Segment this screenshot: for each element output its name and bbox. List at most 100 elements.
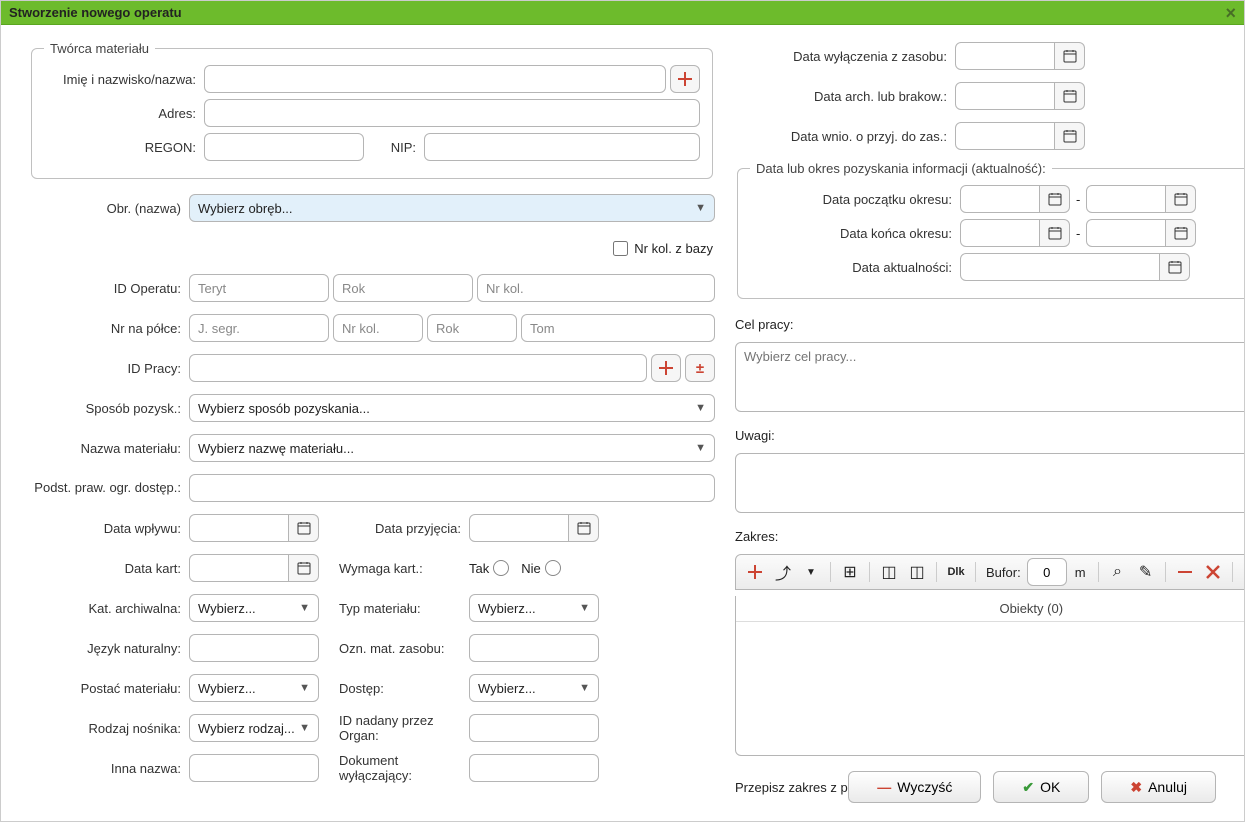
podstpraw-input[interactable] — [189, 474, 715, 502]
nrkolzbazy-checkbox[interactable] — [613, 241, 628, 256]
label-idnadany: ID nadany przez Organ: — [319, 713, 469, 743]
label-datakonca: Data końca okresu: — [750, 226, 960, 241]
label-nazwamat: Nazwa materiału: — [29, 441, 189, 456]
datakonca1-input[interactable] — [960, 219, 1040, 247]
idnadany-input[interactable] — [469, 714, 599, 742]
clear-button[interactable]: — Wyczyść — [848, 771, 981, 803]
x-icon[interactable] — [1200, 559, 1226, 585]
calendar-icon[interactable] — [1166, 185, 1196, 213]
katarch-select[interactable]: Wybierz... ▼ — [189, 594, 319, 622]
typmat-select[interactable]: Wybierz... ▼ — [469, 594, 599, 622]
calendar-icon[interactable] — [1040, 185, 1070, 213]
datawnio-input[interactable] — [955, 122, 1055, 150]
parcel-icon[interactable]: Dlk — [943, 559, 969, 585]
dataprzyjecia-input[interactable] — [469, 514, 569, 542]
calendar-icon[interactable] — [1055, 82, 1085, 110]
idoperatu-teryt-input[interactable] — [189, 274, 329, 302]
idpracy-input[interactable] — [189, 354, 647, 382]
dostep-select[interactable]: Wybierz... ▼ — [469, 674, 599, 702]
nrnapolce-jsegr-input[interactable] — [189, 314, 329, 342]
datawyl-input[interactable] — [955, 42, 1055, 70]
label-jezyk: Język naturalny: — [29, 641, 189, 656]
dokwyl-input[interactable] — [469, 754, 599, 782]
calendar-icon[interactable] — [289, 514, 319, 542]
calendar-icon[interactable] — [1166, 219, 1196, 247]
zakres-panel[interactable]: Obiekty (0) — [735, 596, 1245, 756]
zakres-toolbar: ⤴ ▼ ⊞ ◫ ◫ Dlk Bufor: m ⌕ ✎ ⎘ — [735, 554, 1245, 590]
dash-separator: - — [1076, 192, 1080, 207]
postacmat-value: Wybierz... — [198, 681, 256, 696]
legend-tworca: Twórca materiału — [44, 41, 155, 56]
innanazwa-input[interactable] — [189, 754, 319, 782]
idoperatu-nrkol-input[interactable] — [477, 274, 715, 302]
minus-icon[interactable] — [1172, 559, 1198, 585]
label-dataprzyjecia: Data przyjęcia: — [319, 521, 469, 536]
calendar-icon[interactable] — [1055, 122, 1085, 150]
dropdown-icon[interactable]: ▼ — [798, 559, 824, 585]
nazwamat-value: Wybierz nazwę materiału... — [198, 441, 354, 456]
oznmat-input[interactable] — [469, 634, 599, 662]
datapoczatku2-input[interactable] — [1086, 185, 1166, 213]
label-celpracy: Cel pracy: — [735, 317, 1245, 332]
zakres-header: Obiekty (0) — [736, 596, 1245, 622]
plusminus-idpracy-button[interactable]: ± — [685, 354, 715, 382]
copy-icon[interactable]: ⎘ — [1239, 559, 1245, 585]
label-nrnapolce: Nr na półce: — [29, 321, 189, 336]
bufor-input[interactable] — [1027, 558, 1067, 586]
radio-tak[interactable] — [493, 560, 509, 576]
nazwamat-select[interactable]: Wybierz nazwę materiału... ▼ — [189, 434, 715, 462]
label-typmat: Typ materiału: — [319, 601, 469, 616]
datawplywu-input[interactable] — [189, 514, 289, 542]
adres-input[interactable] — [204, 99, 700, 127]
label-nrkolzbazy: Nr kol. z bazy — [634, 241, 713, 256]
rodzajnosn-select[interactable]: Wybierz rodzaj... ▼ — [189, 714, 319, 742]
regon-input[interactable] — [204, 133, 364, 161]
label-datawnio: Data wnio. o przyj. do zas.: — [735, 129, 955, 144]
edit-icon[interactable]: ✎ — [1133, 559, 1159, 585]
label-dataarch: Data arch. lub brakow.: — [735, 89, 955, 104]
jezyk-input[interactable] — [189, 634, 319, 662]
select-rect-icon[interactable]: ◫ — [876, 559, 902, 585]
zoom-icon[interactable]: ⌕ — [1105, 559, 1131, 585]
add-idpracy-button[interactable] — [651, 354, 681, 382]
calendar-icon[interactable] — [569, 514, 599, 542]
nrnapolce-rok-input[interactable] — [427, 314, 517, 342]
label-oznmat: Ozn. mat. zasobu: — [319, 641, 469, 656]
label-wymagakart: Wymaga kart.: — [319, 561, 469, 576]
dataakt-input[interactable] — [960, 253, 1160, 281]
uwagi-textarea[interactable] — [735, 453, 1245, 513]
radio-nie[interactable] — [545, 560, 561, 576]
pointer-icon[interactable]: ⤴ — [770, 559, 796, 585]
datapoczatku1-input[interactable] — [960, 185, 1040, 213]
fieldset-dataokres: Data lub okres pozyskania informacji (ak… — [737, 161, 1245, 299]
katarch-value: Wybierz... — [198, 601, 256, 616]
cancel-button[interactable]: ✖ Anuluj — [1101, 771, 1216, 803]
celpracy-textarea[interactable] — [735, 342, 1245, 412]
nrnapolce-nrkol-input[interactable] — [333, 314, 423, 342]
imie-input[interactable] — [204, 65, 666, 93]
add-name-button[interactable] — [670, 65, 700, 93]
label-dokwyl: Dokument wyłączający: — [319, 753, 469, 783]
label-katarch: Kat. archiwalna: — [29, 601, 189, 616]
calendar-icon[interactable] — [1160, 253, 1190, 281]
select-rect2-icon[interactable]: ◫ — [904, 559, 930, 585]
label-datawyl: Data wyłączenia z zasobu: — [735, 49, 955, 64]
close-icon[interactable]: × — [1225, 4, 1236, 22]
idoperatu-rok-input[interactable] — [333, 274, 473, 302]
obr-select[interactable]: Wybierz obręb... ▼ — [189, 194, 715, 222]
nrnapolce-tom-input[interactable] — [521, 314, 715, 342]
table-icon[interactable]: ⊞ — [837, 559, 863, 585]
calendar-icon[interactable] — [1040, 219, 1070, 247]
sposob-select[interactable]: Wybierz sposób pozyskania... ▼ — [189, 394, 715, 422]
add-icon[interactable] — [742, 559, 768, 585]
datakart-input[interactable] — [189, 554, 289, 582]
calendar-icon[interactable] — [1055, 42, 1085, 70]
ok-button[interactable]: ✔ OK — [993, 771, 1089, 803]
dataarch-input[interactable] — [955, 82, 1055, 110]
calendar-icon[interactable] — [289, 554, 319, 582]
nip-input[interactable] — [424, 133, 700, 161]
datakonca2-input[interactable] — [1086, 219, 1166, 247]
chevron-down-icon: ▼ — [299, 602, 310, 614]
radio-tak-label: Tak — [469, 561, 489, 576]
postacmat-select[interactable]: Wybierz... ▼ — [189, 674, 319, 702]
